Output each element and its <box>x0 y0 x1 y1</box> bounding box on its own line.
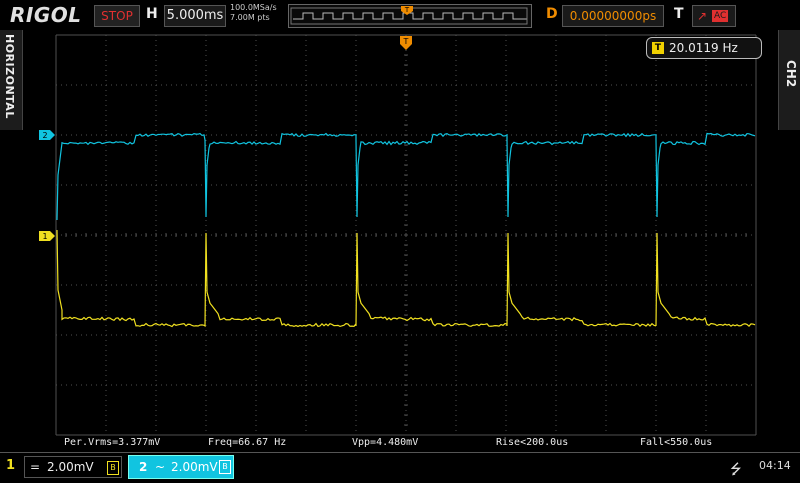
ch1-number[interactable]: 1 <box>6 458 15 473</box>
ch2-waveform <box>57 134 755 220</box>
acquisition-info: 100.0MSa/s 7.00M pts <box>230 3 277 23</box>
ch2-offset-marker[interactable]: 2 <box>39 130 55 140</box>
sample-rate: 100.0MSa/s <box>230 3 277 13</box>
measurement-fall: Fall<550.0us <box>640 437 712 448</box>
ch2-marker-label: 2 <box>42 131 47 140</box>
ch2-scale: 2.00mV <box>171 456 218 478</box>
memory-depth: 7.00M pts <box>230 13 277 23</box>
measurement-vrms: Per.Vrms=3.377mV <box>64 437 160 448</box>
bandwidth-limit-icon: B <box>219 460 231 474</box>
frequency-value: 20.0119 Hz <box>669 38 738 58</box>
waveform-overview-icon: T <box>289 5 531 27</box>
ch1-offset-marker[interactable]: 1 <box>39 231 55 241</box>
dc-coupling-icon: = <box>30 457 40 477</box>
timebase-value[interactable]: 5.000ms <box>164 5 226 27</box>
svg-text:T: T <box>404 6 410 14</box>
horizontal-label: H <box>146 6 158 22</box>
ch1-settings[interactable]: = 2.00mV B <box>24 456 122 478</box>
trigger-position-marker[interactable]: T <box>400 36 412 50</box>
run-stop-button[interactable]: STOP <box>94 5 140 27</box>
ch1-marker-label: 1 <box>42 232 47 241</box>
top-status-bar: RIGOL STOP H 5.000ms 100.0MSa/s 7.00M pt… <box>0 0 800 30</box>
bandwidth-limit-icon: B <box>107 461 119 475</box>
ch2-number: 2 <box>139 456 147 478</box>
clock: 04:14 <box>759 459 791 472</box>
ch1-waveform <box>57 230 755 326</box>
trigger-icon: T <box>652 42 664 54</box>
graticule <box>56 35 756 435</box>
trigger-coupling: AC <box>712 10 728 22</box>
ch2-settings[interactable]: 2 ~ 2.00mV B <box>128 455 234 479</box>
ac-coupling-icon: ~ <box>155 456 165 478</box>
measurement-freq: Freq=66.67 Hz <box>208 437 286 448</box>
frequency-counter: T 20.0119 Hz <box>646 37 762 59</box>
trigger-label: T <box>674 6 684 22</box>
usb-icon: ⭍ <box>730 459 742 483</box>
trigger-marker-label: T <box>403 37 409 46</box>
trigger-delay-value[interactable]: 0.00000000ps <box>562 5 664 27</box>
brand-logo: RIGOL <box>10 3 82 27</box>
measurement-vpp: Vpp=4.480mV <box>352 437 418 448</box>
waveform-display[interactable]: T 2 1 <box>0 30 800 452</box>
trigger-settings[interactable]: ↗ AC <box>692 5 736 27</box>
memory-overview-bar[interactable]: T <box>288 4 532 28</box>
ch1-scale: 2.00mV <box>47 457 94 477</box>
delay-label: D <box>546 6 558 22</box>
measurement-rise: Rise<200.0us <box>496 437 568 448</box>
rising-edge-icon: ↗ <box>697 6 707 26</box>
